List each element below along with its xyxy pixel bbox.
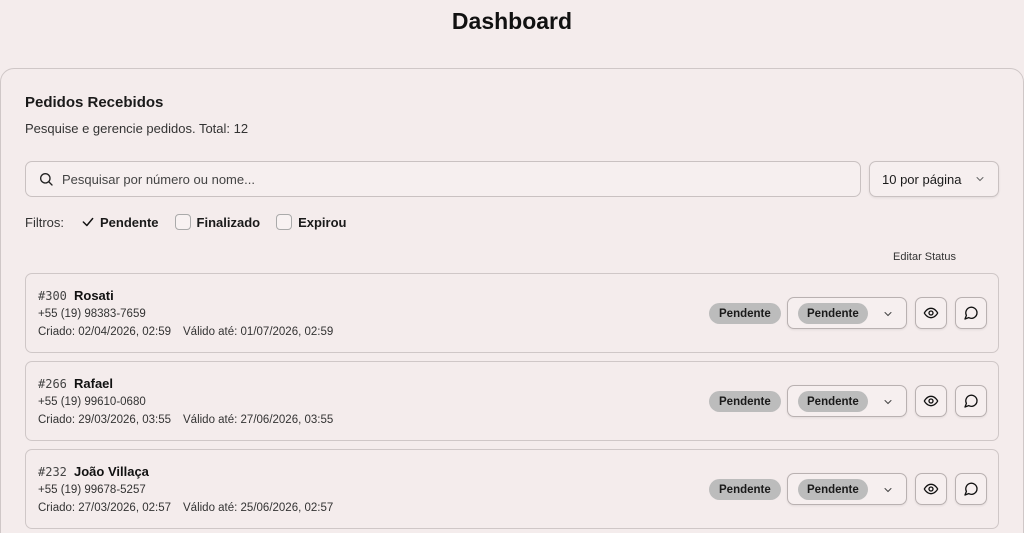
customer-name: Rafael xyxy=(74,376,114,391)
created-date: Criado: 02/04/2026, 02:59 xyxy=(38,326,171,338)
card-title: Pedidos Recebidos xyxy=(25,94,164,111)
filter-label: Finalizado xyxy=(196,214,261,230)
order-row: #300 Rosati +55 (19) 98383-7659 Criado: … xyxy=(25,273,999,353)
status-badge: Pendente xyxy=(709,479,781,500)
view-button[interactable] xyxy=(915,385,947,417)
created-date: Criado: 27/03/2026, 02:57 xyxy=(38,502,171,514)
valid-until-date: Válido até: 01/07/2026, 02:59 xyxy=(183,326,334,338)
customer-phone: +55 (19) 99610-0680 xyxy=(38,396,146,408)
eye-icon xyxy=(923,395,939,407)
status-select[interactable]: Pendente xyxy=(787,473,907,505)
status-badge: Pendente xyxy=(709,391,781,412)
filter-finalizado[interactable]: Finalizado xyxy=(174,214,261,230)
per-page-select[interactable]: 10 por página xyxy=(869,161,999,197)
view-button[interactable] xyxy=(915,297,947,329)
filters-bar: Filtros: Pendente Finalizado Expirou xyxy=(25,214,362,230)
chevron-down-icon xyxy=(976,177,984,182)
eye-icon xyxy=(923,307,939,319)
filter-expirou[interactable]: Expirou xyxy=(276,214,346,230)
message-button[interactable] xyxy=(955,473,987,505)
message-circle-icon xyxy=(964,394,978,408)
status-select[interactable]: Pendente xyxy=(787,385,907,417)
chevron-down-icon xyxy=(884,400,892,405)
status-select[interactable]: Pendente xyxy=(787,297,907,329)
customer-name: João Villaça xyxy=(74,464,149,479)
checkbox[interactable] xyxy=(276,214,293,230)
message-button[interactable] xyxy=(955,385,987,417)
check-icon[interactable] xyxy=(80,214,96,230)
order-number: #232 xyxy=(38,465,67,479)
customer-phone: +55 (19) 99678-5257 xyxy=(38,484,146,496)
status-badge: Pendente xyxy=(709,303,781,324)
valid-until-date: Válido até: 25/06/2026, 02:57 xyxy=(183,502,334,514)
filters-label: Filtros: xyxy=(25,214,64,230)
order-dates: Criado: 02/04/2026, 02:59 Válido até: 01/… xyxy=(38,326,333,338)
customer-phone: +55 (19) 98383-7659 xyxy=(38,308,146,320)
created-date: Criado: 29/03/2026, 03:55 xyxy=(38,414,171,426)
order-row: #232 João Villaça +55 (19) 99678-5257 Cr… xyxy=(25,449,999,529)
message-button[interactable] xyxy=(955,297,987,329)
order-dates: Criado: 27/03/2026, 02:57 Válido até: 25/… xyxy=(38,502,333,514)
per-page-value: 10 por página xyxy=(882,171,962,187)
status-select-value: Pendente xyxy=(798,391,868,412)
filter-pendente[interactable]: Pendente xyxy=(80,214,159,230)
order-dates: Criado: 29/03/2026, 03:55 Válido até: 27/… xyxy=(38,414,333,426)
orders-card: Pedidos Recebidos Pesquise e gerencie pe… xyxy=(0,68,1024,533)
filter-label: Pendente xyxy=(100,214,159,230)
chevron-down-icon xyxy=(884,488,892,493)
status-select-value: Pendente xyxy=(798,303,868,324)
search-icon xyxy=(40,173,53,186)
search-input[interactable] xyxy=(62,171,822,187)
page-title: Dashboard xyxy=(451,8,573,34)
order-number: #266 xyxy=(38,377,67,391)
edit-status-header: Editar Status xyxy=(893,251,956,263)
valid-until-date: Válido até: 27/06/2026, 03:55 xyxy=(183,414,334,426)
filter-label: Expirou xyxy=(298,214,347,230)
order-row: #266 Rafael +55 (19) 99610-0680 Criado: … xyxy=(25,361,999,441)
customer-name: Rosati xyxy=(74,288,114,303)
order-number: #300 xyxy=(38,289,67,303)
message-circle-icon xyxy=(964,306,978,320)
search-box[interactable] xyxy=(25,161,861,197)
view-button[interactable] xyxy=(915,473,947,505)
chevron-down-icon xyxy=(884,312,892,317)
status-select-value: Pendente xyxy=(798,479,868,500)
message-circle-icon xyxy=(964,482,978,496)
eye-icon xyxy=(923,483,939,495)
checkbox[interactable] xyxy=(174,214,191,230)
card-subtitle: Pesquise e gerencie pedidos. Total: 12 xyxy=(25,121,249,136)
